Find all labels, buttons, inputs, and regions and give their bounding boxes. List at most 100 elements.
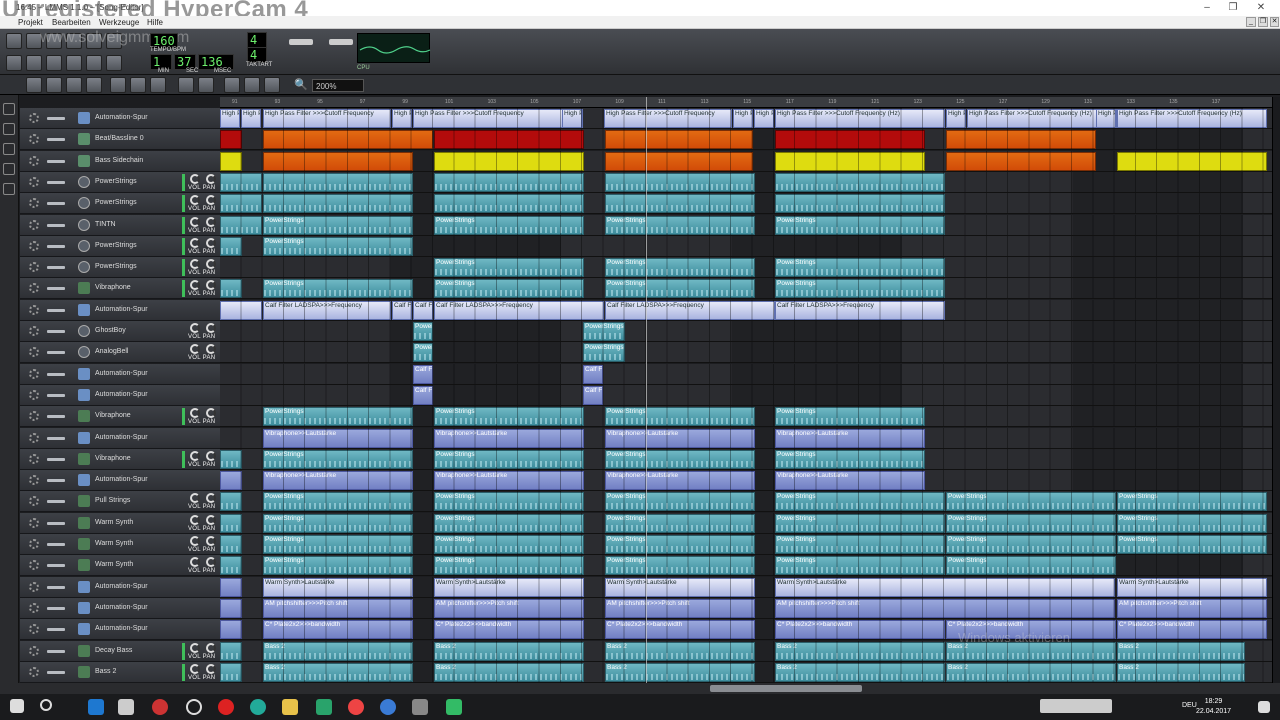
pattern-clip[interactable] bbox=[220, 449, 242, 469]
track-header[interactable]: Warm Synth VOL PAN bbox=[20, 534, 220, 555]
timeline-ruler[interactable]: 91 93 95 97 99 101 103 105 107 109 111 113 115 117 119… bbox=[220, 97, 1272, 108]
scroll-thumb[interactable] bbox=[710, 685, 862, 692]
track-name[interactable]: Warm Synth bbox=[95, 540, 133, 547]
track-header[interactable]: PowerStrings VOL PAN bbox=[20, 193, 220, 215]
pattern-clip[interactable]: AM pitchshifter>>>Pitch shift bbox=[775, 598, 1115, 618]
track-name[interactable]: Bass Sidechain bbox=[95, 157, 143, 164]
pattern-clip[interactable]: High Pass Filter >>>Cutoff Frequency (Hz… bbox=[1117, 109, 1267, 128]
stop-button[interactable] bbox=[86, 77, 102, 93]
track-name[interactable]: GhostBoy bbox=[95, 327, 126, 334]
app-icon[interactable] bbox=[152, 699, 168, 715]
mute-toggle[interactable] bbox=[47, 180, 65, 184]
pattern-clip[interactable]: PowerStrings bbox=[263, 556, 413, 576]
track-timeline[interactable]: PowerStrings PowerStrings PowerStrings Powe… bbox=[220, 512, 1272, 534]
draw-mode-button[interactable] bbox=[178, 77, 194, 93]
horizontal-scrollbar[interactable] bbox=[0, 683, 1280, 694]
language-indicator[interactable]: DEU bbox=[1182, 702, 1197, 709]
track-settings-gear-icon[interactable] bbox=[29, 326, 39, 336]
pattern-clip[interactable]: Calf F bbox=[413, 300, 433, 320]
pattern-clip[interactable] bbox=[946, 130, 1096, 150]
sidebar-presets-icon[interactable] bbox=[3, 143, 15, 155]
pattern-clip[interactable] bbox=[263, 130, 433, 150]
volume-knob[interactable] bbox=[190, 663, 200, 674]
mute-toggle[interactable] bbox=[47, 564, 65, 568]
app-icon[interactable] bbox=[412, 699, 428, 715]
app-icon[interactable] bbox=[380, 699, 396, 715]
pattern-clip[interactable] bbox=[220, 620, 242, 640]
track-header[interactable]: Automation-Spur bbox=[20, 363, 220, 385]
track-name[interactable]: Automation-Spur bbox=[95, 476, 148, 483]
pattern-clip[interactable]: PowerStrings bbox=[434, 513, 584, 533]
track-header[interactable]: Vibraphone VOL PAN bbox=[20, 406, 220, 428]
pattern-clip[interactable]: Warm Synth>Lautstärke bbox=[1117, 577, 1267, 597]
volume-knob[interactable] bbox=[190, 408, 200, 419]
edge-icon[interactable] bbox=[88, 699, 104, 715]
track-timeline[interactable]: Calf F Calf F bbox=[220, 384, 1272, 406]
pattern-clip[interactable] bbox=[220, 492, 242, 512]
pattern-clip[interactable]: PowerStrings bbox=[1117, 535, 1267, 554]
mute-toggle[interactable] bbox=[47, 585, 65, 589]
track-name[interactable]: AnalogBell bbox=[95, 348, 128, 355]
pattern-clip[interactable]: C* Plate2x2>>>bandwidth bbox=[263, 620, 413, 640]
track-settings-gear-icon[interactable] bbox=[29, 347, 39, 358]
pattern-clip[interactable]: PowerStrings bbox=[434, 258, 584, 278]
volume-knob[interactable] bbox=[190, 280, 200, 291]
track-header[interactable]: Automation-Spur bbox=[20, 427, 220, 449]
track-timeline[interactable]: Bass 2 Bass 2 Bass 2 Bass 2 Bass 2 Bass 2 bbox=[220, 640, 1272, 662]
pattern-clip[interactable]: PowerStrings bbox=[263, 492, 413, 512]
volume-knob[interactable] bbox=[190, 493, 200, 504]
app-icon[interactable] bbox=[186, 699, 202, 715]
pattern-clip[interactable]: PowerStrings bbox=[434, 407, 584, 427]
pattern-clip[interactable]: High P bbox=[220, 109, 240, 128]
pattern-clip[interactable]: PowerStrings bbox=[775, 556, 945, 576]
pattern-clip[interactable]: PowerStrings bbox=[605, 513, 755, 533]
track-timeline[interactable]: Power PowerStrings bbox=[220, 342, 1272, 364]
pattern-clip[interactable]: PowerStrings bbox=[263, 236, 413, 256]
track-timeline[interactable]: Bass 2 Bass 2 Bass 2 Bass 2 Bass 2 Bass 2 bbox=[220, 661, 1272, 683]
track-header[interactable]: Automation-Spur bbox=[20, 299, 220, 321]
pattern-clip[interactable]: High P bbox=[241, 109, 261, 128]
volume-knob[interactable] bbox=[190, 323, 200, 333]
mute-toggle[interactable] bbox=[47, 543, 65, 546]
pattern-clip[interactable]: Vibraphone>>Lautstärke bbox=[605, 471, 755, 491]
pattern-clip[interactable]: Bass 2 bbox=[605, 641, 755, 661]
track-settings-gear-icon[interactable] bbox=[29, 645, 39, 656]
track-name[interactable]: PowerStrings bbox=[95, 242, 137, 249]
pattern-clip[interactable] bbox=[220, 513, 242, 533]
track-settings-gear-icon[interactable] bbox=[29, 176, 39, 187]
pattern-clip[interactable]: High P bbox=[1096, 109, 1116, 128]
pattern-clip[interactable]: PowerStrings bbox=[434, 492, 584, 512]
pattern-clip[interactable]: High Pass Filter >>>Cutoff Frequency bbox=[413, 109, 583, 128]
pattern-clip[interactable]: Calf F bbox=[583, 364, 603, 384]
pattern-clip[interactable]: PowerStrings bbox=[775, 279, 945, 299]
mute-toggle[interactable] bbox=[47, 670, 65, 674]
pattern-clip[interactable]: PowerStrings bbox=[775, 449, 925, 469]
track-settings-gear-icon[interactable] bbox=[29, 198, 39, 209]
fx-mixer-button[interactable] bbox=[86, 55, 102, 71]
track-settings-gear-icon[interactable] bbox=[29, 432, 39, 443]
pattern-clip[interactable]: Vibraphone>>Lautstärke bbox=[775, 428, 925, 448]
track-name[interactable]: Automation-Spur bbox=[95, 434, 148, 441]
bb-editor-button[interactable] bbox=[26, 55, 42, 71]
menu-bearbeiten[interactable]: Bearbeiten bbox=[52, 18, 91, 27]
pattern-clip[interactable]: Vibraphone>>Lautstärke bbox=[263, 428, 413, 448]
track-name[interactable]: Warm Synth bbox=[95, 561, 133, 568]
add-sample-track-button[interactable] bbox=[130, 77, 146, 93]
menu-hilfe[interactable]: Hilfe bbox=[147, 18, 163, 27]
minimize-button[interactable]: – bbox=[1200, 2, 1214, 14]
pattern-clip[interactable] bbox=[775, 151, 925, 171]
pattern-clip[interactable] bbox=[220, 172, 262, 192]
track-timeline[interactable]: Calf Filter LADSPA>>>Frequency Calf F Calf… bbox=[220, 299, 1272, 321]
pattern-clip[interactable]: Calf F bbox=[583, 385, 603, 405]
mute-toggle[interactable] bbox=[47, 606, 65, 610]
track-name[interactable]: Automation-Spur bbox=[95, 583, 148, 590]
menu-werkzeuge[interactable]: Werkzeuge bbox=[99, 18, 139, 27]
pattern-clip[interactable] bbox=[220, 300, 262, 320]
mute-toggle[interactable] bbox=[47, 159, 65, 163]
track-settings-gear-icon[interactable] bbox=[29, 368, 39, 379]
track-name[interactable]: PowerStrings bbox=[95, 178, 137, 185]
track-name[interactable]: Bass 2 bbox=[95, 668, 116, 675]
pan-knob[interactable] bbox=[206, 344, 216, 355]
pan-knob[interactable] bbox=[206, 663, 216, 674]
pattern-clip[interactable] bbox=[946, 151, 1096, 171]
